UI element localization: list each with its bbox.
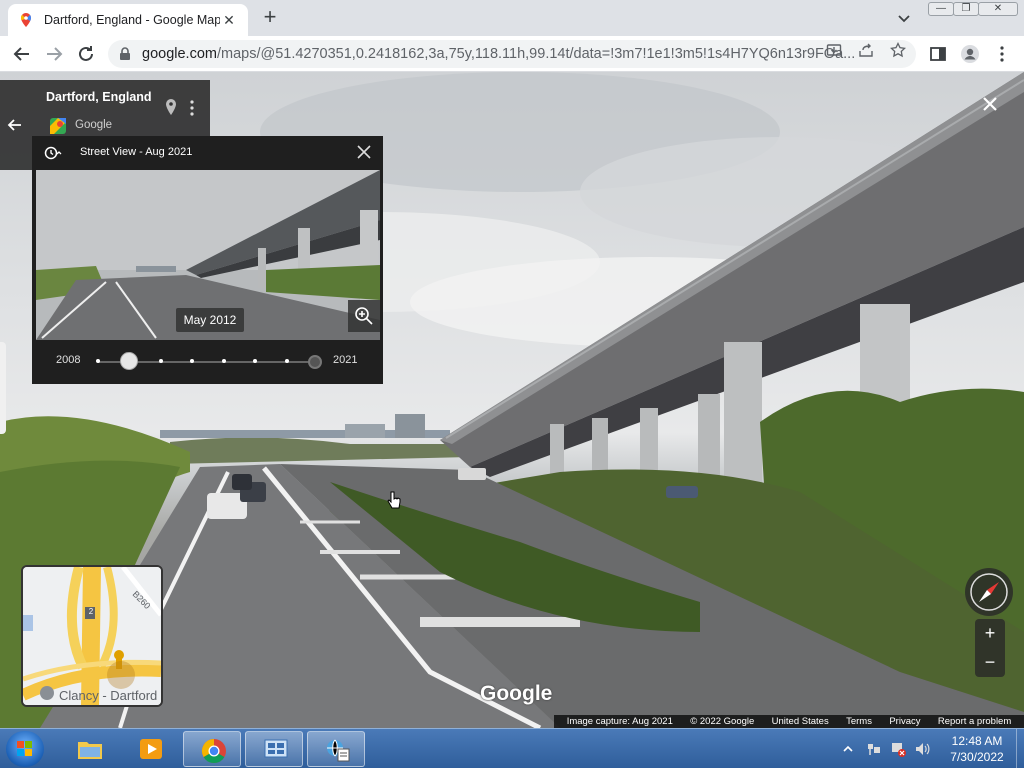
globe-document-icon xyxy=(327,739,350,762)
taskbar-clock-date[interactable]: 7/30/2022 xyxy=(942,750,1012,764)
start-button[interactable] xyxy=(6,731,44,767)
country-link[interactable]: United States xyxy=(772,716,829,727)
exit-street-view-close-icon[interactable] xyxy=(980,94,1000,114)
mini-map-place-label: Clancy - Dartford xyxy=(59,688,158,703)
place-attribution: Google xyxy=(75,119,113,131)
taskbar-media-player[interactable] xyxy=(121,731,179,767)
google-maps-logo-icon xyxy=(50,118,66,134)
selected-date-label: May 2012 xyxy=(176,308,244,332)
historic-imagery-preview[interactable]: May 2012 xyxy=(36,170,380,340)
mini-map[interactable]: B260 2 Clancy - Dartford xyxy=(21,565,163,707)
profile-avatar-icon[interactable] xyxy=(960,44,980,64)
folder-icon xyxy=(78,742,102,759)
google-maps-favicon-icon xyxy=(21,13,31,27)
back-arrow-icon[interactable] xyxy=(10,42,34,66)
network-disconnected-icon[interactable] xyxy=(890,741,906,757)
minimize-window-button[interactable]: — xyxy=(928,2,954,16)
lock-icon xyxy=(120,47,130,60)
zoom-preview-button[interactable] xyxy=(348,300,380,332)
back-arrow-icon[interactable] xyxy=(6,116,24,134)
close-window-button[interactable]: ✕ xyxy=(978,2,1018,16)
new-tab-button[interactable]: + xyxy=(258,6,282,30)
slider-start-year: 2008 xyxy=(56,354,81,366)
magnifier-plus-icon xyxy=(355,307,373,325)
road-shield-label: 2 xyxy=(88,607,94,616)
browser-toolbar: google.com/maps/@51.4270351,0.2418162,3a… xyxy=(0,36,1024,72)
taskbar-chrome[interactable] xyxy=(183,731,241,767)
reload-icon[interactable] xyxy=(74,42,98,66)
address-bar[interactable]: google.com/maps/@51.4270351,0.2418162,3a… xyxy=(108,40,916,68)
more-options-icon[interactable] xyxy=(188,99,196,117)
map-pin-icon[interactable] xyxy=(164,98,178,116)
time-machine-title: Street View - Aug 2021 xyxy=(80,146,193,158)
tab-close-icon[interactable]: ✕ xyxy=(220,12,238,29)
chrome-menu-icon[interactable] xyxy=(992,44,1012,64)
action-center-flag-icon[interactable] xyxy=(866,741,882,757)
history-clock-icon[interactable] xyxy=(44,145,62,161)
compass-icon xyxy=(970,573,1008,611)
side-panel-icon[interactable] xyxy=(928,44,948,64)
street-view-panorama[interactable]: Dartford, England Google Street View - A… xyxy=(0,72,1024,728)
hand-cursor-icon xyxy=(387,491,401,509)
map-footer: Image capture: Aug 2021 © 2022 Google Un… xyxy=(554,715,1024,728)
chrome-icon xyxy=(201,739,226,764)
slider-capture-tick[interactable] xyxy=(284,359,289,363)
slider-handle[interactable] xyxy=(120,352,139,370)
tab-search-chevron-icon[interactable] xyxy=(894,8,914,28)
slider-end-year: 2021 xyxy=(333,354,358,366)
capture-date-slider[interactable]: 2008 2021 xyxy=(32,346,383,378)
street-view-time-machine-panel: Street View - Aug 2021 May 2012 2008 202… xyxy=(32,136,383,384)
control-panel-icon xyxy=(264,739,288,758)
time-machine-header: Street View - Aug 2021 xyxy=(32,136,383,170)
zoom-controls: + − xyxy=(975,619,1005,677)
google-watermark: Google xyxy=(480,682,553,705)
media-player-icon xyxy=(140,739,162,759)
copyright-text: © 2022 Google xyxy=(690,716,755,727)
install-app-icon[interactable] xyxy=(826,42,842,58)
tab-title: Dartford, England - Google Maps xyxy=(44,13,220,27)
windows-logo-icon xyxy=(17,741,32,756)
windows-taskbar: 12:48 AM 7/30/2022 xyxy=(0,728,1024,768)
show-hidden-icons-chevron-icon[interactable] xyxy=(842,743,854,755)
show-desktop-button[interactable] xyxy=(1016,729,1024,768)
url-text: google.com/maps/@51.4270351,0.2418162,3a… xyxy=(142,46,856,62)
place-title[interactable]: Dartford, England xyxy=(46,90,152,104)
bookmark-star-icon[interactable] xyxy=(890,42,906,58)
taskbar-file-explorer[interactable] xyxy=(60,731,118,767)
privacy-link[interactable]: Privacy xyxy=(889,716,920,727)
volume-speaker-icon[interactable] xyxy=(914,741,930,757)
taskbar-network-app[interactable] xyxy=(307,731,365,767)
zoom-in-button[interactable]: + xyxy=(975,619,1005,648)
compass-rotate-control[interactable] xyxy=(965,568,1013,616)
share-icon[interactable] xyxy=(858,42,874,58)
taskbar-clock-time[interactable]: 12:48 AM xyxy=(942,734,1012,748)
image-capture-date: Image capture: Aug 2021 xyxy=(566,716,673,727)
slider-current-marker[interactable] xyxy=(308,355,322,369)
restore-window-button[interactable]: ❐ xyxy=(953,2,979,16)
mini-map-image xyxy=(23,567,161,705)
slider-capture-tick[interactable] xyxy=(96,359,100,363)
slider-capture-tick[interactable] xyxy=(158,359,163,363)
report-problem-link[interactable]: Report a problem xyxy=(938,716,1011,727)
collapsed-side-panel-tab[interactable] xyxy=(0,342,6,434)
zoom-out-button[interactable]: − xyxy=(975,648,1005,677)
close-icon[interactable] xyxy=(356,144,372,160)
forward-arrow-icon[interactable] xyxy=(42,42,66,66)
tab-google-maps[interactable]: Dartford, England - Google Maps ✕ xyxy=(8,4,248,36)
tab-strip: Dartford, England - Google Maps ✕ + — ❐ … xyxy=(0,0,1024,36)
terms-link[interactable]: Terms xyxy=(846,716,872,727)
taskbar-control-panel[interactable] xyxy=(245,731,303,767)
slider-capture-tick[interactable] xyxy=(221,359,226,363)
